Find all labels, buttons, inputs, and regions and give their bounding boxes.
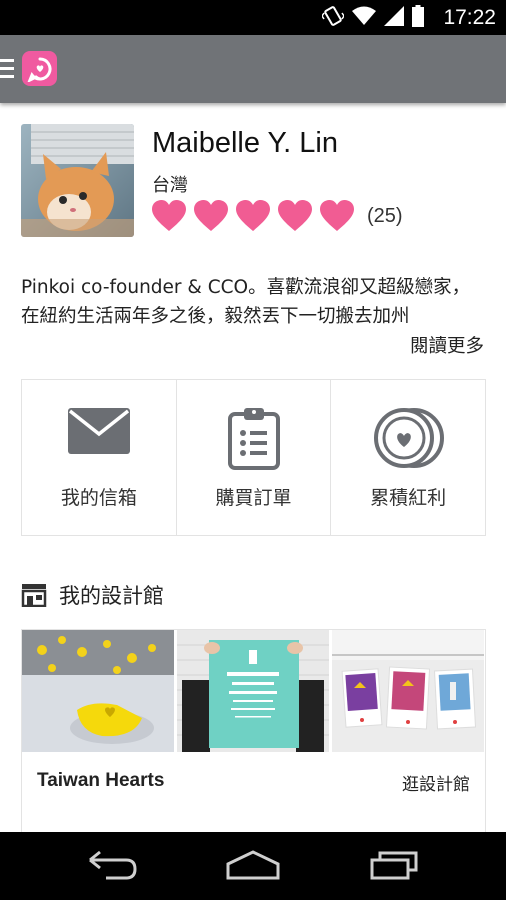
- home-button[interactable]: [226, 850, 280, 884]
- section-title: 我的設計館: [59, 584, 164, 608]
- read-more-link[interactable]: 閱讀更多: [410, 332, 484, 358]
- quick-actions: 我的信箱 購買訂單 累積紅利: [21, 379, 486, 536]
- store-card[interactable]: Taiwan Hearts 逛設計館: [21, 629, 486, 832]
- pinkoi-logo-icon[interactable]: [22, 51, 57, 86]
- wifi-icon: [352, 6, 376, 30]
- store-photos: [22, 630, 485, 752]
- back-button[interactable]: [88, 850, 138, 884]
- storefront-icon: [21, 584, 47, 607]
- store-name: Taiwan Hearts: [37, 770, 165, 791]
- rewards-button[interactable]: 累積紅利: [331, 380, 485, 535]
- mail-icon: [67, 408, 130, 454]
- action-label: 累積紅利: [370, 487, 447, 509]
- status-time: 17:22: [443, 6, 496, 29]
- orders-button[interactable]: 購買訂單: [177, 380, 332, 535]
- avatar[interactable]: [21, 124, 134, 237]
- status-bar: 17:22: [0, 0, 506, 35]
- store-photo[interactable]: [332, 630, 485, 752]
- system-nav-bar: [0, 832, 506, 900]
- action-label: 購買訂單: [215, 487, 292, 509]
- rating-hearts: (25): [151, 199, 403, 233]
- status-icons: [321, 4, 424, 31]
- recents-button[interactable]: [370, 850, 420, 884]
- bio-line: 在紐約生活兩年多之後，毅然丟下一切搬去加州: [21, 306, 410, 327]
- home-icon: [226, 850, 280, 880]
- heart-icon: [278, 200, 312, 231]
- app-bar: [0, 35, 506, 103]
- profile-location: 台灣: [152, 175, 188, 196]
- signal-icon: [384, 5, 404, 30]
- profile-content[interactable]: Maibelle Y. Lin 台灣 (25) Pinkoi co-founde…: [0, 103, 506, 832]
- visit-store-link[interactable]: 逛設計館: [402, 770, 470, 795]
- bio-line: Pinkoi co-founder & CCO。喜歡流浪卻又超級戀家，: [21, 277, 471, 298]
- rating-count: (25): [367, 204, 403, 227]
- heart-icon: [152, 200, 186, 231]
- heart-icon: [236, 200, 270, 231]
- recents-icon: [370, 851, 418, 880]
- hamburger-menu-icon[interactable]: [0, 59, 14, 79]
- action-label: 我的信箱: [60, 487, 137, 509]
- vibrate-icon: [321, 5, 345, 31]
- heart-icon: [320, 200, 354, 231]
- coins-icon: [374, 408, 445, 468]
- back-icon: [89, 850, 137, 880]
- clipboard-list-icon: [227, 408, 280, 470]
- battery-icon: [412, 4, 424, 31]
- heart-icon: [194, 200, 228, 231]
- store-photo[interactable]: [22, 630, 175, 752]
- profile-name: Maibelle Y. Lin: [152, 127, 338, 159]
- mailbox-button[interactable]: 我的信箱: [22, 380, 177, 535]
- store-photo[interactable]: [177, 630, 330, 752]
- profile-bio: Pinkoi co-founder & CCO。喜歡流浪卻又超級戀家， 在紐約生…: [21, 273, 486, 331]
- design-store-header: 我的設計館: [21, 580, 164, 610]
